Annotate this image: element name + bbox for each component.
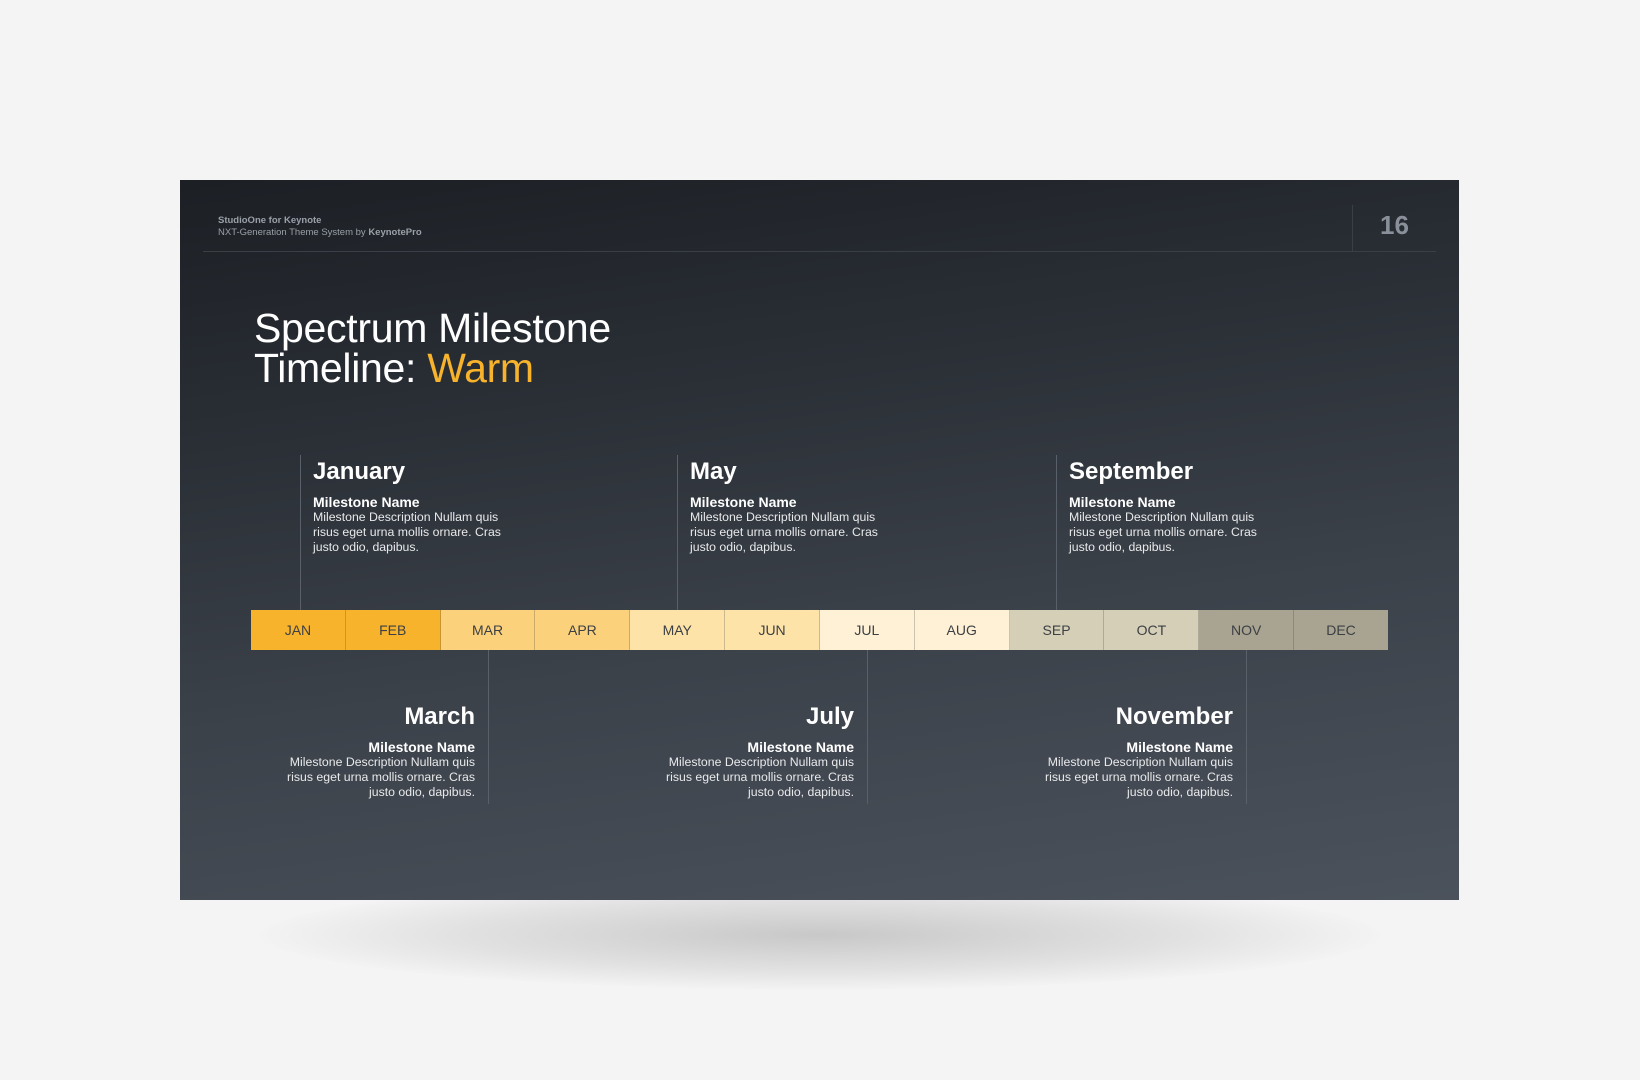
month-cell-dec: DEC xyxy=(1294,610,1388,650)
timeline-bar: JAN FEB MAR APR MAY JUN JUL AUG SEP OCT NOV DEC xyxy=(251,610,1388,650)
milestone-name: Milestone Name xyxy=(313,494,420,510)
month-cell-apr: APR xyxy=(535,610,631,650)
month-cell-nov: NOV xyxy=(1199,610,1295,650)
connector-september xyxy=(1056,455,1057,610)
connector-may xyxy=(677,455,678,610)
milestone-september: September Milestone Name Milestone Descr… xyxy=(1069,458,1279,554)
milestone-description: Milestone Description Nullam quis risus … xyxy=(666,755,854,799)
slide-title: Spectrum Milestone Timeline: Warm xyxy=(254,305,611,391)
milestone-month: November xyxy=(1115,703,1233,730)
title-accent: Warm xyxy=(427,345,534,391)
milestone-name: Milestone Name xyxy=(1126,739,1233,755)
milestone-name: Milestone Name xyxy=(1069,494,1176,510)
connector-november xyxy=(1246,650,1247,804)
header-divider xyxy=(203,251,1436,252)
milestone-description: Milestone Description Nullam quis risus … xyxy=(313,510,501,554)
brand-subtitle: NXT-Generation Theme System by xyxy=(218,227,369,238)
header-divider-vertical xyxy=(1352,205,1353,251)
milestone-january: January Milestone Name Milestone Descrip… xyxy=(313,458,523,554)
milestone-description: Milestone Description Nullam quis risus … xyxy=(287,755,475,799)
milestone-month: January xyxy=(313,458,406,485)
month-cell-sep: SEP xyxy=(1009,610,1105,650)
milestone-description: Milestone Description Nullam quis risus … xyxy=(1045,755,1233,799)
month-cell-jun: JUN xyxy=(725,610,820,650)
slide: StudioOne for Keynote NXT-Generation The… xyxy=(180,180,1459,900)
month-cell-feb: FEB xyxy=(345,610,441,650)
month-cell-mar: MAR xyxy=(440,610,536,650)
milestone-month: July xyxy=(805,703,854,730)
milestone-name: Milestone Name xyxy=(690,494,797,510)
page-number: 16 xyxy=(1380,210,1409,240)
milestone-description: Milestone Description Nullam quis risus … xyxy=(1069,510,1257,554)
title-line-1: Spectrum Milestone xyxy=(254,305,611,351)
milestone-description: Milestone Description Nullam quis risus … xyxy=(690,510,878,554)
milestone-july: July Milestone Name Milestone Descriptio… xyxy=(644,703,854,799)
milestone-name: Milestone Name xyxy=(368,739,475,755)
connector-july xyxy=(867,650,868,804)
brand-title: StudioOne for Keynote xyxy=(218,215,322,226)
milestone-may: May Milestone Name Milestone Description… xyxy=(690,458,900,554)
milestone-november: November Milestone Name Milestone Descri… xyxy=(1023,703,1233,799)
connector-march xyxy=(488,650,489,804)
month-cell-jul: JUL xyxy=(819,610,915,650)
milestone-month: September xyxy=(1069,458,1194,485)
month-cell-aug: AUG xyxy=(914,610,1010,650)
milestone-month: May xyxy=(690,458,737,485)
milestone-name: Milestone Name xyxy=(747,739,854,755)
connector-january xyxy=(300,455,301,610)
month-cell-oct: OCT xyxy=(1104,610,1200,650)
title-line-2: Timeline: xyxy=(254,345,428,391)
brand-block: StudioOne for Keynote NXT-Generation The… xyxy=(218,215,422,239)
month-cell-jan: JAN xyxy=(251,610,346,650)
brand-author: KeynotePro xyxy=(368,227,422,238)
milestone-march: March Milestone Name Milestone Descripti… xyxy=(265,703,475,799)
milestone-month: March xyxy=(404,703,475,730)
month-cell-may: MAY xyxy=(630,610,726,650)
